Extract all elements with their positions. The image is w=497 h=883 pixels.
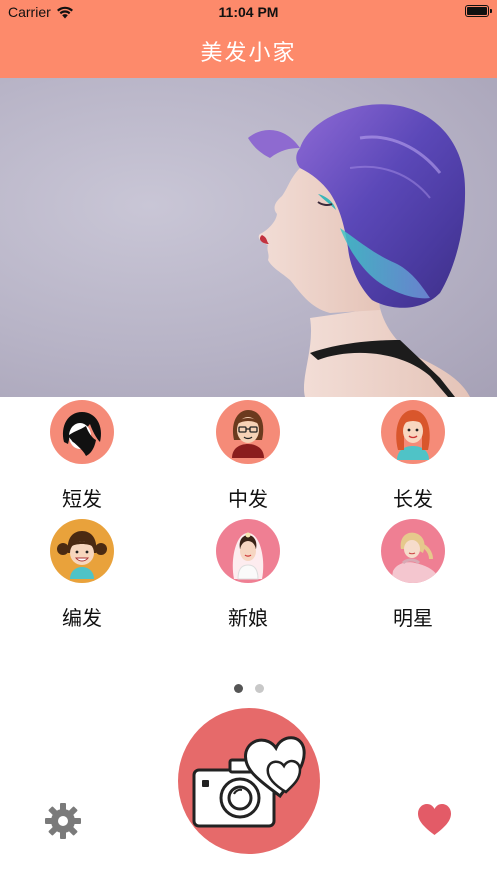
heart-icon (418, 804, 451, 835)
camera-heart-icon (192, 736, 306, 828)
gear-icon (45, 803, 81, 839)
category-braided-hair[interactable]: 编发 (17, 519, 147, 631)
category-label: 短发 (62, 487, 102, 511)
page-title: 美发小家 (200, 41, 297, 66)
hero-model-illustration (248, 104, 470, 397)
braided-hair-avatar-icon (50, 519, 114, 583)
hero-banner-image[interactable] (0, 78, 497, 397)
category-celebrity[interactable]: 明星 (348, 519, 478, 631)
category-bride[interactable]: 新娘 (183, 519, 313, 631)
medium-hair-avatar-icon (216, 400, 280, 464)
page-dot[interactable] (254, 684, 264, 693)
category-label: 长发 (393, 487, 433, 511)
category-long-hair[interactable]: 长发 (348, 400, 478, 512)
page-dot-active[interactable] (233, 684, 243, 693)
battery-icon (465, 5, 492, 17)
category-label: 明星 (393, 606, 433, 630)
category-label: 新娘 (228, 606, 268, 630)
bride-avatar-icon (216, 519, 280, 583)
app-screen: Carrier 11:04 PM 美发小家 短发 中发 长发 编发 新娘 明星 (0, 0, 497, 883)
navigation-header: Carrier 11:04 PM 美发小家 (0, 0, 497, 78)
status-time: 11:04 PM (218, 4, 279, 20)
category-label: 中发 (228, 487, 268, 511)
favorites-button[interactable] (416, 802, 453, 839)
category-medium-hair[interactable]: 中发 (183, 400, 313, 512)
short-hair-avatar-icon (50, 400, 114, 464)
page-indicator[interactable] (0, 684, 497, 693)
camera-button[interactable] (178, 708, 320, 854)
star-avatar-icon (381, 519, 445, 583)
category-label: 编发 (62, 606, 102, 630)
status-bar: Carrier 11:04 PM (0, 0, 497, 26)
settings-button[interactable] (43, 801, 83, 841)
long-hair-avatar-icon (381, 400, 445, 464)
category-short-hair[interactable]: 短发 (17, 400, 147, 512)
